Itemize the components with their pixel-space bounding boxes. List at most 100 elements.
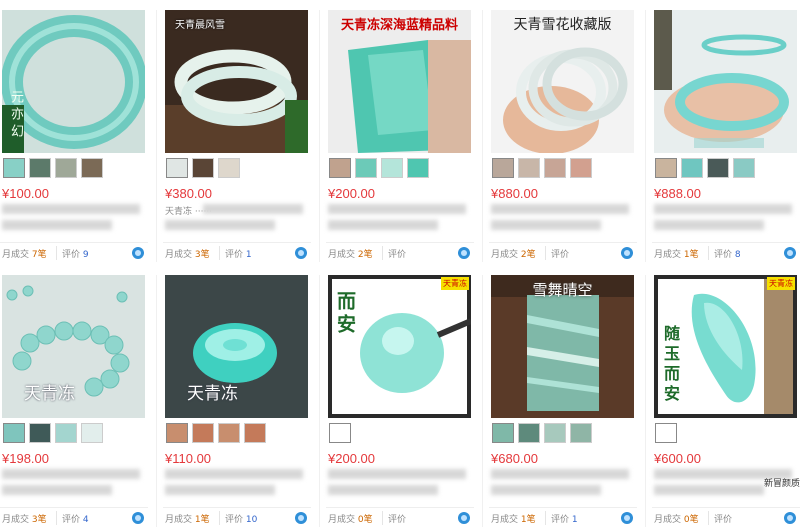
review-count[interactable]: 评价: [388, 247, 406, 260]
blurred-title[interactable]: [2, 485, 112, 495]
brand-badge: 天青冻: [441, 277, 469, 290]
thumbnail[interactable]: [570, 158, 592, 178]
thumbnail[interactable]: [707, 158, 729, 178]
product-image[interactable]: 天青冻 随玉而安: [654, 275, 797, 418]
thumbnail[interactable]: [81, 158, 103, 178]
thumbnail[interactable]: [355, 158, 377, 178]
product-image[interactable]: 雪舞晴空: [491, 275, 634, 418]
thumbnail-strip: [329, 423, 351, 445]
product-image[interactable]: 天青雪花收藏版: [491, 10, 634, 153]
chat-icon[interactable]: [132, 247, 144, 259]
thumbnail[interactable]: [244, 423, 266, 443]
review-count[interactable]: 评价: [551, 247, 569, 260]
thumbnail[interactable]: [3, 423, 25, 443]
blurred-title[interactable]: [491, 204, 629, 214]
blurred-title[interactable]: [165, 485, 275, 495]
product-footer: 月成交 1笔 评价 10: [163, 507, 311, 528]
thumbnail[interactable]: [218, 423, 240, 443]
thumbnail[interactable]: [29, 158, 51, 178]
blurred-title[interactable]: [328, 485, 438, 495]
blurred-title[interactable]: [491, 469, 629, 479]
product-card[interactable]: 天青冻 随玉而安 ¥600.00 月成交 0笔 评价: [652, 275, 800, 527]
blurred-title[interactable]: [2, 204, 140, 214]
chat-icon[interactable]: [295, 512, 307, 524]
product-footer: 月成交 0笔 评价: [326, 507, 474, 528]
chat-icon[interactable]: [295, 247, 307, 259]
thumbnail[interactable]: [29, 423, 51, 443]
product-image[interactable]: 天青冻: [2, 275, 145, 418]
chat-icon[interactable]: [458, 512, 470, 524]
thumbnail[interactable]: [518, 423, 540, 443]
blurred-title[interactable]: [2, 220, 112, 230]
product-card[interactable]: 天青冻 而安 ¥200.00 月成交 0笔 评价: [326, 275, 483, 528]
blurred-title[interactable]: [491, 220, 601, 230]
blurred-title[interactable]: [203, 204, 303, 214]
thumbnail[interactable]: [218, 158, 240, 178]
review-count[interactable]: 评价: [388, 512, 406, 525]
thumbnail[interactable]: [329, 158, 351, 178]
product-card[interactable]: 天青冻深海蓝精品料 ¥200.00 月成交 2笔 评价: [326, 10, 483, 262]
review-count[interactable]: 评价 9: [62, 247, 89, 260]
thumbnail[interactable]: [681, 158, 703, 178]
thumbnail[interactable]: [733, 158, 755, 178]
thumbnail[interactable]: [55, 158, 77, 178]
blurred-title[interactable]: [328, 469, 466, 479]
blurred-title[interactable]: [491, 485, 601, 495]
thumbnail[interactable]: [81, 423, 103, 443]
product-card[interactable]: ¥888.00 月成交 1笔 评价 8: [652, 10, 800, 262]
thumbnail[interactable]: [407, 158, 429, 178]
thumbnail[interactable]: [570, 423, 592, 443]
product-image[interactable]: 天青冻 而安: [328, 275, 471, 418]
review-count[interactable]: 评价 1: [551, 512, 578, 525]
thumbnail[interactable]: [544, 423, 566, 443]
thumbnail[interactable]: [329, 423, 351, 443]
product-card[interactable]: 元亦幻 ¥100.00 月成交 7笔 评价 9: [0, 10, 157, 262]
thumbnail[interactable]: [518, 158, 540, 178]
product-card[interactable]: 天青冻 ¥110.00 月成交 1笔 评价 10: [163, 275, 320, 528]
product-image[interactable]: 天青冻: [165, 275, 308, 418]
chat-icon[interactable]: [784, 512, 796, 524]
product-card[interactable]: 雪舞晴空 ¥680.00 月成交 1笔 评价 1: [489, 275, 646, 527]
blurred-title[interactable]: [165, 469, 303, 479]
chat-icon[interactable]: [132, 512, 144, 524]
thumbnail[interactable]: [655, 158, 677, 178]
blurred-title[interactable]: [654, 204, 792, 214]
thumbnail[interactable]: [544, 158, 566, 178]
product-image[interactable]: 天青晨风雪: [165, 10, 308, 153]
product-footer: 月成交 3笔 评价 4: [0, 507, 148, 528]
thumbnail[interactable]: [492, 423, 514, 443]
chat-icon[interactable]: [621, 512, 633, 524]
blurred-title[interactable]: [654, 485, 764, 495]
thumbnail[interactable]: [492, 158, 514, 178]
product-price: ¥380.00: [165, 186, 212, 201]
blurred-title[interactable]: [2, 469, 140, 479]
thumbnail[interactable]: [166, 423, 188, 443]
chat-icon[interactable]: [621, 247, 633, 259]
thumbnail[interactable]: [166, 158, 188, 178]
thumbnail[interactable]: [381, 158, 403, 178]
blurred-title[interactable]: [328, 204, 466, 214]
review-count[interactable]: 评价 10: [225, 512, 257, 525]
thumbnail[interactable]: [55, 423, 77, 443]
blurred-title[interactable]: [654, 220, 764, 230]
product-image[interactable]: [654, 10, 797, 153]
thumbnail[interactable]: [655, 423, 677, 443]
product-image[interactable]: 元亦幻: [2, 10, 145, 153]
thumbnail[interactable]: [192, 423, 214, 443]
review-count[interactable]: 评价 8: [714, 247, 741, 260]
chat-icon[interactable]: [784, 247, 796, 259]
divider: [219, 246, 220, 260]
blurred-title[interactable]: [165, 220, 275, 230]
review-count[interactable]: 评价 1: [225, 247, 252, 260]
thumbnail[interactable]: [192, 158, 214, 178]
product-image[interactable]: 天青冻深海蓝精品料: [328, 10, 471, 153]
product-card[interactable]: 天青冻 ¥198.00 月成交 3笔 评价 4: [0, 275, 157, 528]
brand-watermark: 天青冻: [24, 384, 75, 404]
thumbnail[interactable]: [3, 158, 25, 178]
blurred-title[interactable]: [328, 220, 438, 230]
review-count[interactable]: 评价 4: [62, 512, 89, 525]
review-count[interactable]: 评价: [714, 512, 732, 525]
product-card[interactable]: 天青雪花收藏版 ¥880.00 月成交 2笔 评价: [489, 10, 646, 262]
product-card[interactable]: 天青晨风雪 ¥380.00 天青冻 ······ 月成交 3笔 评价 1: [163, 10, 320, 262]
chat-icon[interactable]: [458, 247, 470, 259]
